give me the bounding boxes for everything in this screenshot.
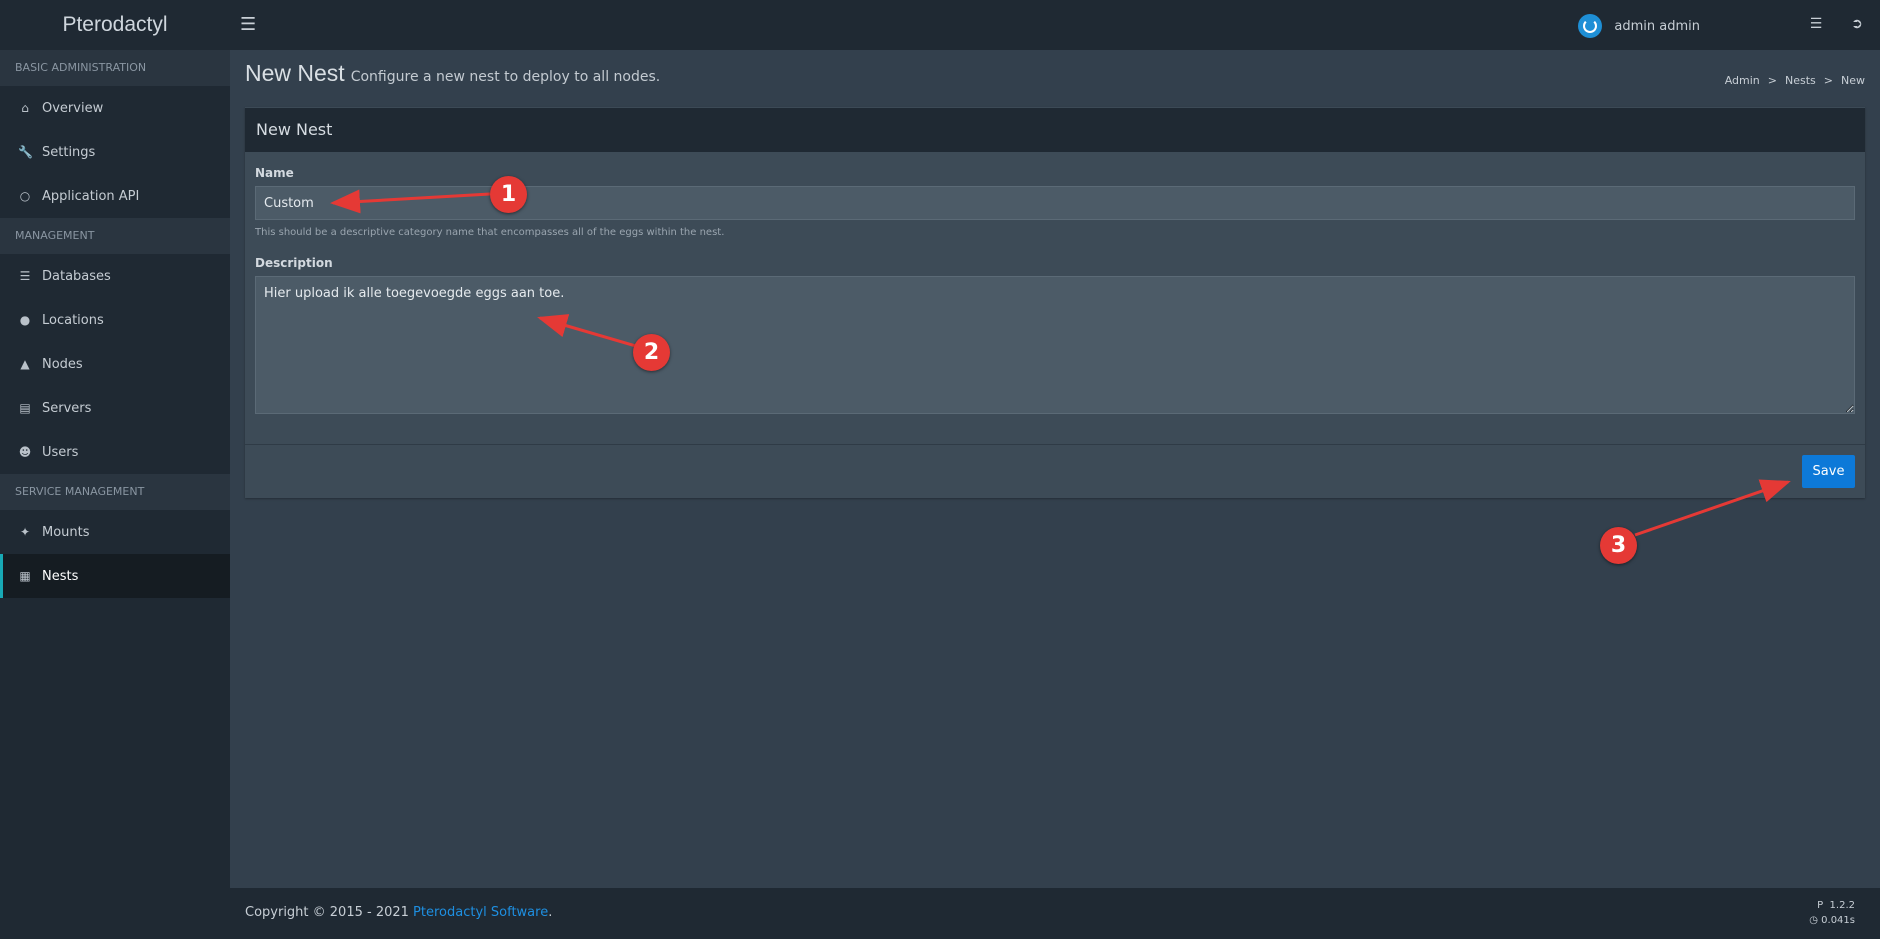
globe-icon: ●: [19, 313, 31, 327]
sidebar-toggle-icon[interactable]: ☰: [240, 14, 262, 36]
page-footer: Copyright © 2015 - 2021 Pterodactyl Soft…: [230, 888, 1880, 939]
annotation-marker-3: 3: [1600, 527, 1637, 564]
sidebar-item-label: Nests: [42, 568, 79, 584]
wrench-icon: 🔧: [18, 145, 33, 159]
sitemap-icon: ▲: [20, 357, 30, 371]
database-icon: ☰: [19, 269, 31, 283]
sign-out-icon[interactable]: ➲: [1848, 15, 1866, 33]
version-number: 1.2.2: [1829, 900, 1855, 911]
th-large-icon: ▦: [19, 569, 31, 583]
description-textarea[interactable]: Hier upload ik alle toegevoegde eggs aan…: [255, 276, 1855, 414]
sidebar-item-locations[interactable]: ● Locations: [0, 298, 230, 342]
copyright-suffix: .: [548, 905, 553, 920]
sidebar-section-basic-administration: BASIC ADMINISTRATION: [0, 50, 230, 86]
name-help-text: This should be a descriptive category na…: [255, 227, 725, 238]
breadcrumb-admin[interactable]: Admin: [1725, 74, 1760, 87]
sidebar-item-servers[interactable]: ▤ Servers: [0, 386, 230, 430]
home-icon: ⌂: [21, 101, 29, 115]
sidebar-item-databases[interactable]: ☰ Databases: [0, 254, 230, 298]
sidebar-item-nodes[interactable]: ▲ Nodes: [0, 342, 230, 386]
sidebar-item-users[interactable]: ☻ Users: [0, 430, 230, 474]
version-icon: P: [1817, 900, 1824, 911]
sidebar-item-application-api[interactable]: ○ Application API: [0, 174, 230, 218]
sidebar-item-label: Locations: [42, 312, 104, 328]
save-button[interactable]: Save: [1802, 455, 1855, 488]
page-title: New Nest: [245, 60, 345, 86]
sidebar-item-label: Mounts: [42, 524, 90, 540]
sidebar-item-overview[interactable]: ⌂ Overview: [0, 86, 230, 130]
content-header: New Nest Configure a new nest to deploy t…: [245, 60, 1865, 100]
server-list-icon[interactable]: ☰: [1807, 15, 1825, 33]
users-icon: ☻: [18, 445, 32, 459]
gamepad-icon: ○: [19, 189, 31, 203]
sidebar-item-label: Settings: [42, 144, 96, 160]
server-icon: ▤: [19, 401, 31, 415]
breadcrumb-separator: >: [1823, 74, 1833, 87]
magic-icon: ✦: [19, 525, 31, 539]
sidebar-item-label: Nodes: [42, 356, 83, 372]
sidebar-item-nests[interactable]: ▦ Nests: [0, 554, 230, 598]
new-nest-box: New Nest Name This should be a descripti…: [245, 107, 1865, 498]
sidebar-item-label: Databases: [42, 268, 111, 284]
clock-icon: ◷: [1809, 915, 1818, 926]
breadcrumb-separator: >: [1767, 74, 1777, 87]
sidebar-item-mounts[interactable]: ✦ Mounts: [0, 510, 230, 554]
sidebar-section-service-management: SERVICE MANAGEMENT: [0, 474, 230, 510]
page-subtitle: Configure a new nest to deploy to all no…: [350, 69, 661, 85]
app-logo[interactable]: Pterodactyl: [0, 0, 230, 50]
breadcrumb-nests[interactable]: Nests: [1785, 74, 1816, 87]
sidebar-item-label: Overview: [42, 100, 104, 116]
sidebar-item-label: Users: [42, 444, 79, 460]
pterodactyl-software-link[interactable]: Pterodactyl Software: [413, 905, 548, 920]
annotation-marker-2: 2: [633, 334, 670, 371]
user-name: admin admin: [1614, 18, 1700, 34]
copyright-prefix: Copyright © 2015 - 2021: [245, 905, 414, 920]
sidebar-item-settings[interactable]: 🔧 Settings: [0, 130, 230, 174]
box-footer: Save: [245, 444, 1865, 499]
new-nest-form: Name This should be a descriptive catego…: [245, 152, 1865, 418]
annotation-marker-1: 1: [490, 176, 527, 213]
box-title: New Nest: [245, 107, 1865, 152]
description-label: Description: [255, 256, 333, 270]
sidebar-section-management: MANAGEMENT: [0, 218, 230, 254]
name-label: Name: [255, 166, 294, 180]
sidebar-item-label: Application API: [42, 188, 140, 204]
sidebar-item-label: Servers: [42, 400, 92, 416]
breadcrumb-new: New: [1841, 74, 1865, 87]
breadcrumb: Admin > Nests > New: [1725, 74, 1865, 87]
user-avatar-icon: [1578, 14, 1603, 38]
render-time: 0.041s: [1821, 915, 1855, 926]
top-navbar: Pterodactyl ☰ admin admin ☰ ➲: [0, 0, 1880, 50]
user-menu[interactable]: admin admin: [1578, 13, 1700, 39]
version-info: P 1.2.2 ◷ 0.041s: [1809, 898, 1855, 928]
copyright-text: Copyright © 2015 - 2021 Pterodactyl Soft…: [245, 905, 552, 920]
sidebar: BASIC ADMINISTRATION ⌂ Overview 🔧 Settin…: [0, 50, 230, 939]
